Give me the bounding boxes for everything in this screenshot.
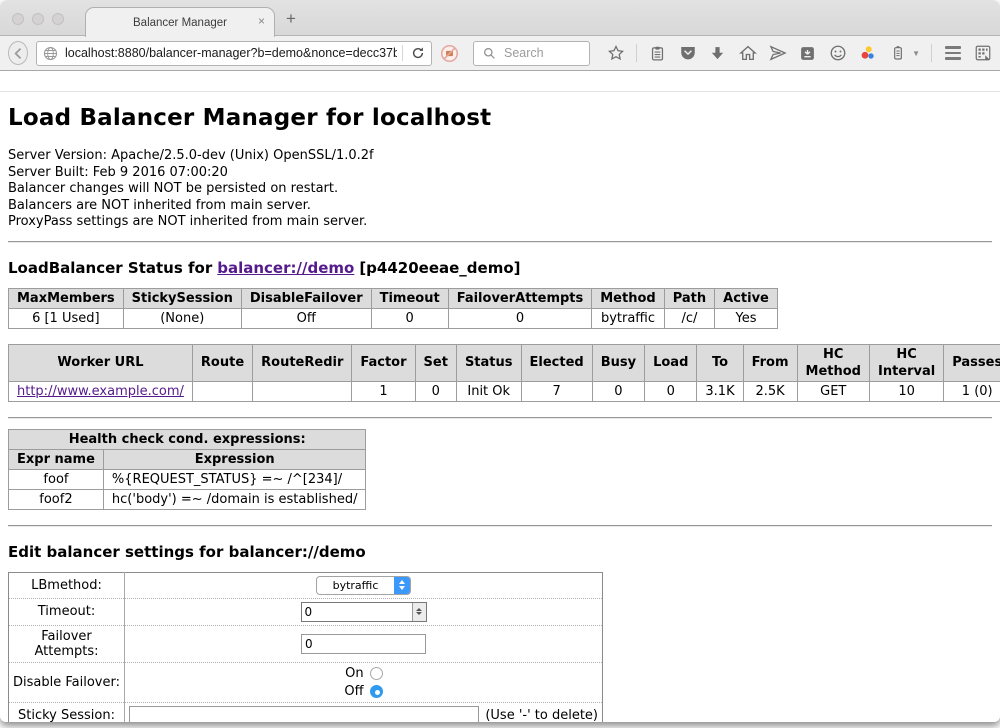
feedback-smiley-icon[interactable] <box>828 44 847 63</box>
close-window-button[interactable] <box>12 13 24 25</box>
url-bar[interactable]: localhost:8880/balancer-manager?b=demo&n… <box>36 41 432 66</box>
window-controls[interactable] <box>12 13 64 25</box>
note-line-3: ProxyPass settings are NOT inherited fro… <box>8 214 992 231</box>
divider <box>8 417 992 419</box>
reload-icon[interactable] <box>408 44 427 63</box>
new-tab-button[interactable]: + <box>286 9 296 29</box>
page-title: Load Balancer Manager for localhost <box>8 105 992 131</box>
server-info: Server Version: Apache/2.5.0-dev (Unix) … <box>8 148 992 231</box>
tab-bar: Balancer Manager × + <box>0 0 1000 36</box>
tab-title: Balancer Manager <box>133 17 227 29</box>
downloads-icon[interactable] <box>708 44 727 63</box>
health-check-table: Health check cond. expressions: Expr nam… <box>8 429 366 510</box>
zoom-window-button[interactable] <box>52 13 64 25</box>
worker-url-link[interactable]: http://www.example.com/ <box>17 384 184 399</box>
server-built-line: Server Built: Feb 9 2016 07:00:20 <box>8 165 992 182</box>
divider <box>8 525 992 527</box>
page-content: Load Balancer Manager for localhost Serv… <box>0 92 1000 722</box>
disable-failover-label: Disable Failover: <box>9 662 125 702</box>
url-text[interactable]: localhost:8880/balancer-manager?b=demo&n… <box>65 46 397 60</box>
loadbalancer-status-heading: LoadBalancer Status for balancer://demo … <box>8 259 992 277</box>
table-header-row: MaxMembers StickySession DisableFailover… <box>9 288 778 308</box>
bookmarks-clipboard-icon[interactable] <box>648 44 667 63</box>
tab-balancer-manager[interactable]: Balancer Manager × <box>85 7 275 37</box>
timeout-label: Timeout: <box>9 598 125 625</box>
pocket-icon[interactable] <box>678 44 697 63</box>
browser-window: Balancer Manager × + localhost:8880/bala… <box>0 0 1000 722</box>
edit-balancer-heading: Edit balancer settings for balancer://de… <box>8 543 992 561</box>
menu-hamburger-icon[interactable] <box>943 44 962 63</box>
battery-panel-icon[interactable] <box>888 44 907 63</box>
toolbar-icons: ▼ <box>606 44 992 63</box>
bookmark-star-icon[interactable] <box>606 44 625 63</box>
worker-table: Worker URL Route RouteRedir Factor Set S… <box>8 344 1000 402</box>
radio-off-label: Off <box>344 684 363 699</box>
select-stepper-icon <box>394 576 410 595</box>
table-row: foof %{REQUEST_STATUS} =~ /^[234]/ <box>9 469 366 489</box>
search-placeholder[interactable]: Search <box>504 46 544 60</box>
extension-grid-icon[interactable] <box>973 44 992 63</box>
failover-attempts-label: Failover Attempts: <box>9 625 125 662</box>
timeout-input[interactable] <box>301 602 427 622</box>
disable-failover-off-radio[interactable] <box>370 685 383 698</box>
search-bar[interactable]: Search <box>473 41 590 66</box>
sticky-session-note: (Use '-' to delete) <box>485 708 598 722</box>
note-line-2: Balancers are NOT inherited from main se… <box>8 198 992 215</box>
health-table-title: Health check cond. expressions: <box>9 429 366 449</box>
chevron-down-icon[interactable]: ▼ <box>912 49 920 58</box>
table-header-row: Worker URL Route RouteRedir Factor Set S… <box>9 344 1000 381</box>
number-spinner-icon[interactable] <box>412 603 426 621</box>
note-line-1: Balancer changes will NOT be persisted o… <box>8 181 992 198</box>
disable-failover-on-radio[interactable] <box>370 667 383 680</box>
failover-attempts-input[interactable] <box>301 634 426 654</box>
table-row: 6 [1 Used] (None) Off 0 0 bytraffic /c/ … <box>9 308 778 328</box>
send-icon[interactable] <box>768 44 787 63</box>
download-box-icon[interactable] <box>798 44 817 63</box>
back-button[interactable] <box>8 41 28 65</box>
table-header-row: Expr name Expression <box>9 449 366 469</box>
radio-on-label: On <box>345 666 363 681</box>
table-row: http://www.example.com/ 1 0 Init Ok 7 0 … <box>9 381 1000 401</box>
tab-close-icon[interactable]: × <box>258 14 265 28</box>
sticky-session-input[interactable] <box>129 706 479 723</box>
minimize-window-button[interactable] <box>32 13 44 25</box>
lbmethod-select[interactable]: bytraffic <box>316 576 411 595</box>
site-identity-icon[interactable] <box>41 44 60 63</box>
table-row: foof2 hc('body') =~ /domain is establish… <box>9 489 366 509</box>
colored-dots-extension-icon[interactable] <box>858 44 877 63</box>
plugin-blocked-icon[interactable] <box>440 44 459 63</box>
edit-balancer-form: LBmethod: bytraffic Timeout: <box>8 572 603 723</box>
home-icon[interactable] <box>738 44 757 63</box>
server-version-line: Server Version: Apache/2.5.0-dev (Unix) … <box>8 148 992 165</box>
sticky-session-label: Sticky Session: <box>9 702 125 722</box>
balancer-demo-link[interactable]: balancer://demo <box>217 259 354 277</box>
navigation-toolbar: localhost:8880/balancer-manager?b=demo&n… <box>0 36 1000 71</box>
search-icon <box>480 44 499 63</box>
divider <box>8 241 992 243</box>
balancer-status-table: MaxMembers StickySession DisableFailover… <box>8 288 778 329</box>
lbmethod-label: LBmethod: <box>9 572 125 598</box>
bookmarks-bar <box>0 71 1000 92</box>
